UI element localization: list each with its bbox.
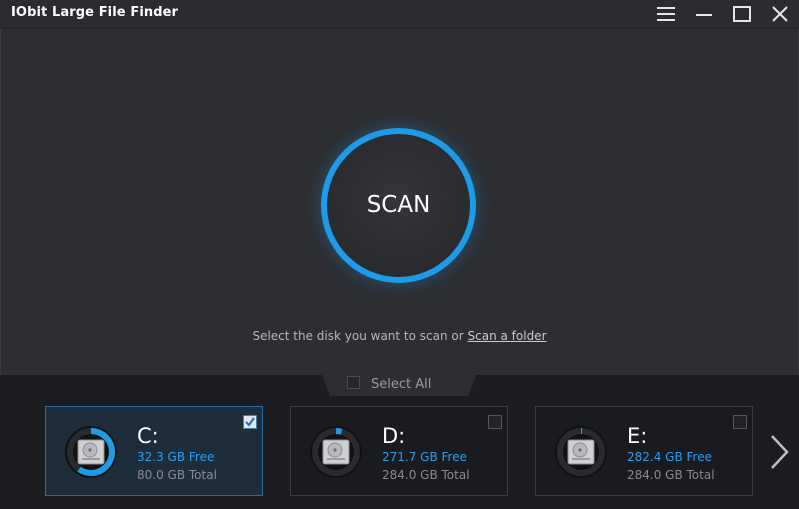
disk-checkbox[interactable] — [243, 415, 257, 429]
disk-free-space: 271.7 GB Free — [382, 450, 467, 464]
disk-card-e[interactable]: E: 282.4 GB Free 284.0 GB Total — [535, 406, 753, 496]
disk-card-d[interactable]: D: 271.7 GB Free 284.0 GB Total — [290, 406, 508, 496]
disk-letter: E: — [627, 424, 648, 448]
disk-letter: C: — [137, 424, 159, 448]
close-icon[interactable] — [767, 2, 793, 26]
disk-total-space: 80.0 GB Total — [137, 468, 217, 482]
scan-folder-link[interactable]: Scan a folder — [468, 329, 547, 343]
disk-drive-icon — [63, 424, 119, 480]
scan-button[interactable]: SCAN — [321, 128, 476, 283]
select-all-label[interactable]: Select All — [371, 377, 431, 392]
scan-hint-text: Select the disk you want to scan or — [252, 329, 468, 343]
disk-letter: D: — [382, 424, 406, 448]
app-title: IObit Large File Finder — [11, 5, 179, 20]
disk-free-space: 282.4 GB Free — [627, 450, 712, 464]
disk-checkbox[interactable] — [488, 415, 502, 429]
scan-hint: Select the disk you want to scan or Scan… — [0, 329, 799, 343]
disk-free-space: 32.3 GB Free — [137, 450, 215, 464]
scan-button-face[interactable]: SCAN — [327, 134, 470, 277]
title-bar: IObit Large File Finder — [0, 0, 799, 29]
disk-drive-icon — [308, 424, 364, 480]
disk-total-space: 284.0 GB Total — [627, 468, 715, 482]
disk-drive-icon — [553, 424, 609, 480]
chevron-right-icon[interactable] — [764, 430, 794, 474]
scan-button-label: SCAN — [366, 192, 431, 218]
minimize-icon[interactable] — [691, 2, 717, 26]
disk-card-c[interactable]: C: 32.3 GB Free 80.0 GB Total — [45, 406, 263, 496]
maximize-icon[interactable] — [729, 2, 755, 26]
menu-icon[interactable] — [653, 2, 679, 26]
select-all-checkbox[interactable] — [347, 376, 360, 389]
disk-total-space: 284.0 GB Total — [382, 468, 470, 482]
disk-checkbox[interactable] — [733, 415, 747, 429]
